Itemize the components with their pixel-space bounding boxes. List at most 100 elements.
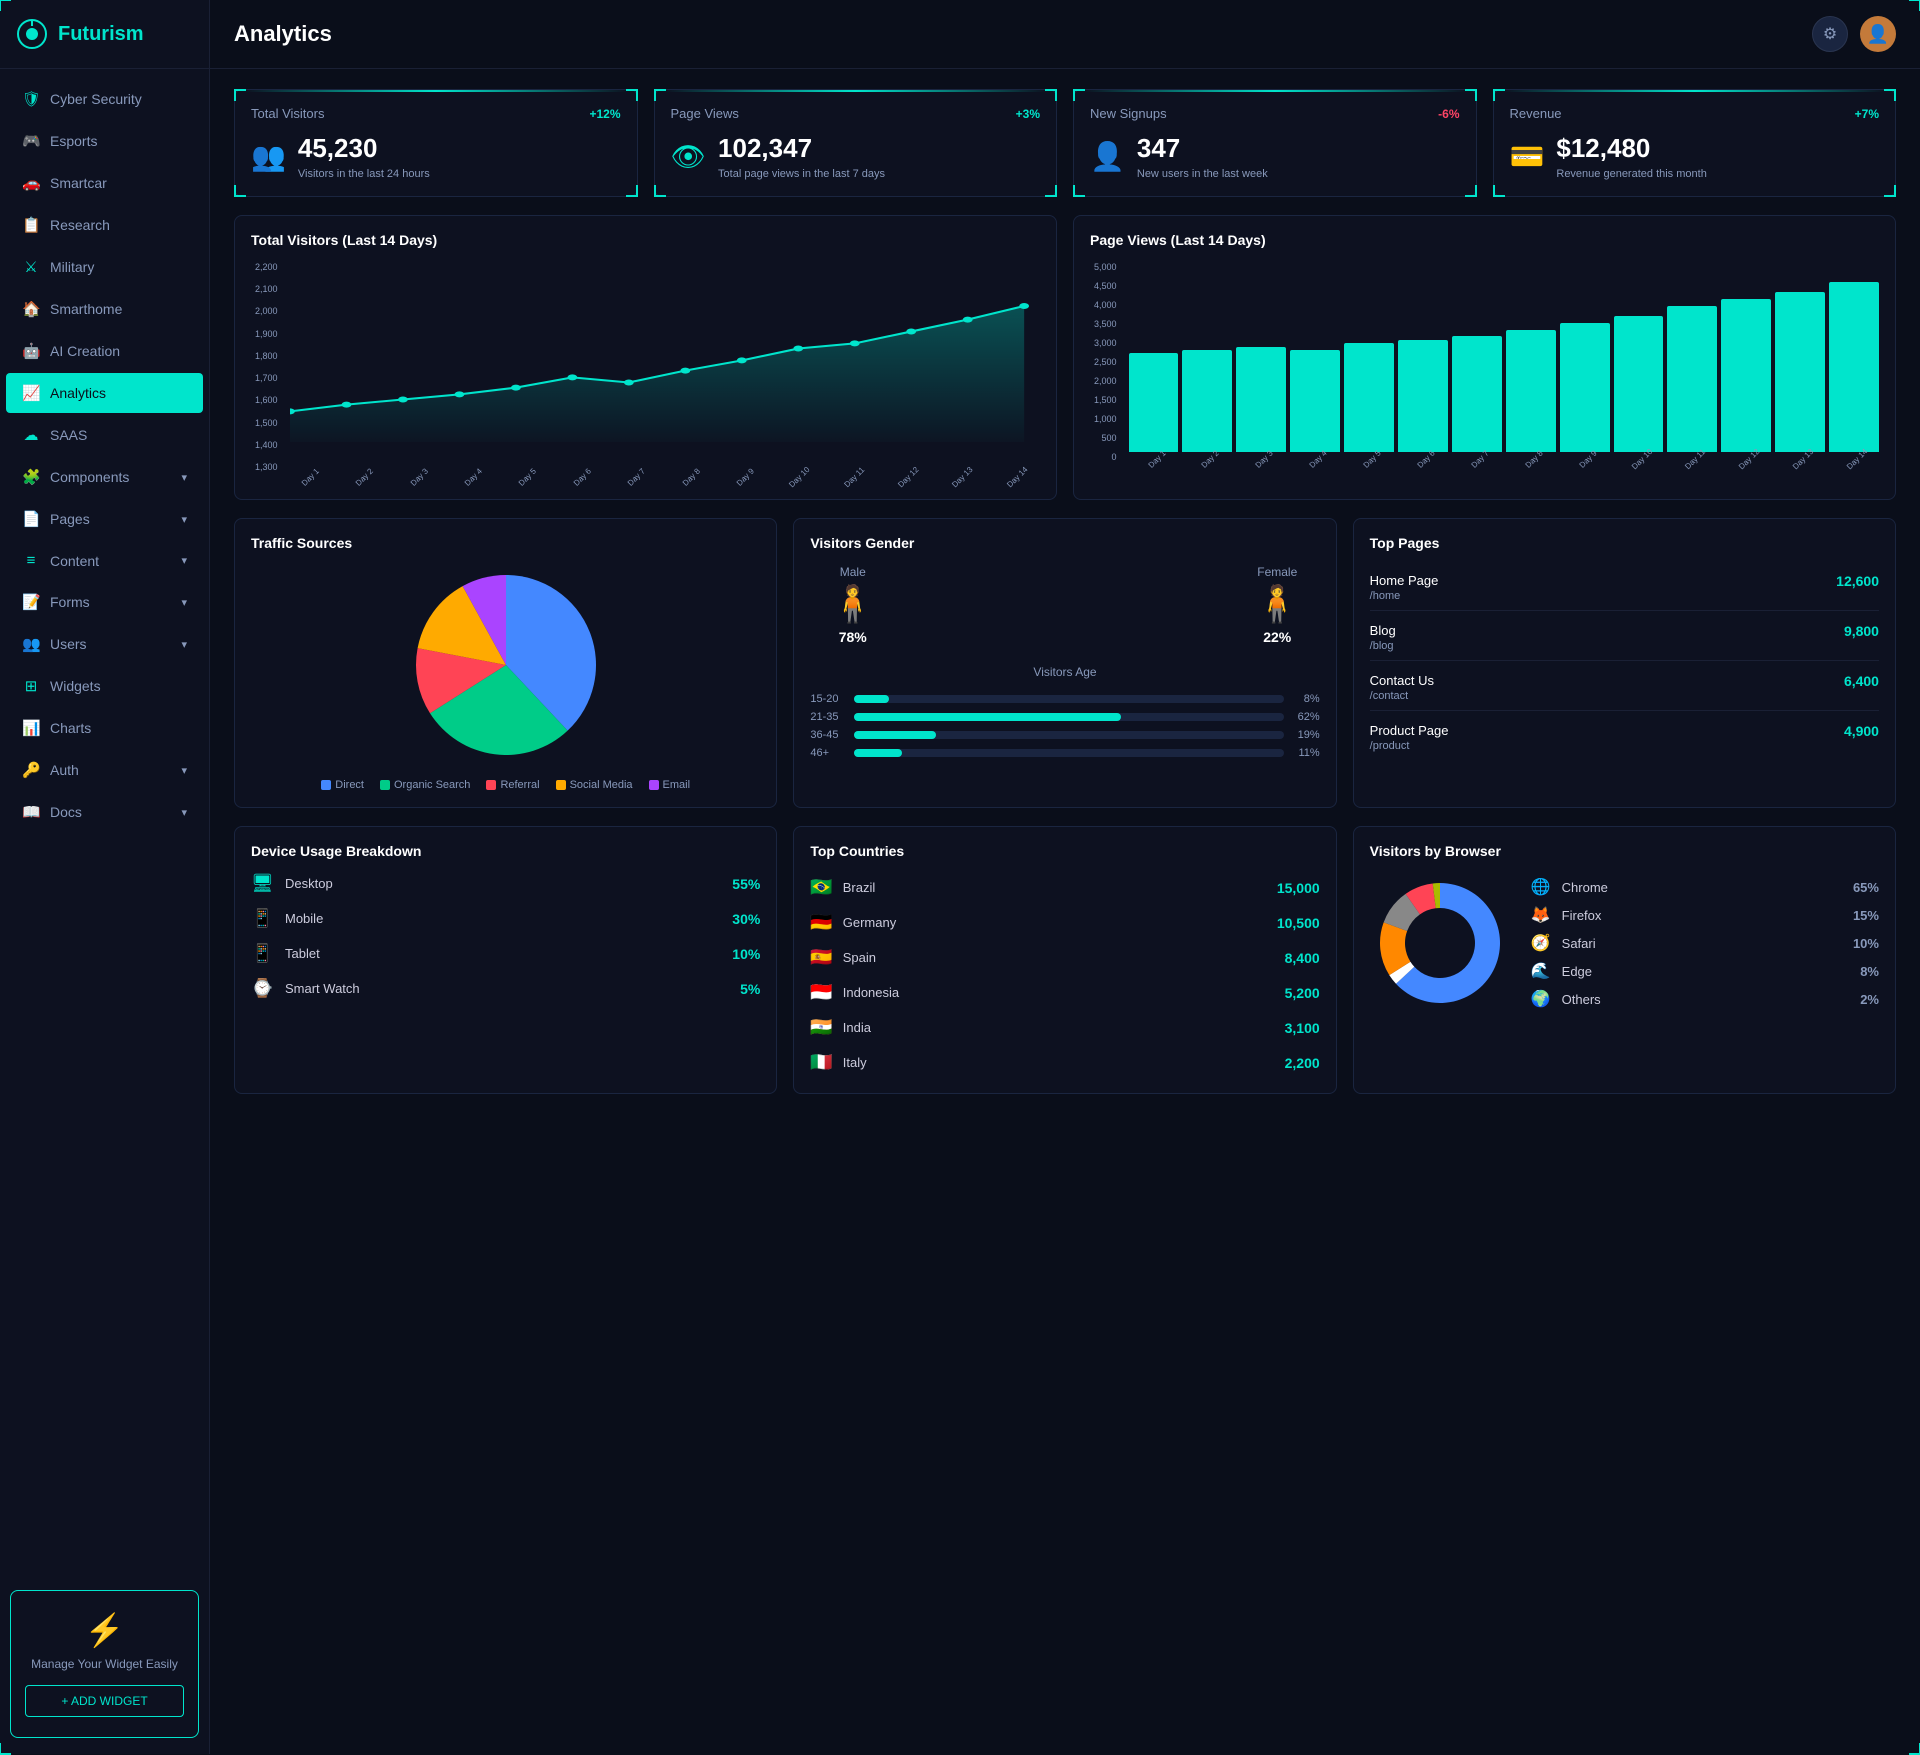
sidebar-item-research[interactable]: 📋 Research [6,205,203,245]
stat-value: 45,230 [298,133,430,164]
sidebar-item-pages[interactable]: 📄 Pages ▾ [6,499,203,539]
legend-item: Referral [486,779,539,791]
bar-10 [1667,306,1717,452]
sidebar-item-charts[interactable]: 📊 Charts [6,708,203,748]
nav-label-users: Users [50,636,87,652]
sidebar-item-widgets[interactable]: ⊞ Widgets [6,666,203,706]
stat-value: 102,347 [718,133,885,164]
nav-label-pages: Pages [50,511,90,527]
stat-icon: 💳 [1510,140,1545,173]
sidebar-item-smartcar[interactable]: 🚗 Smartcar [6,163,203,203]
country-row-germany: 🇩🇪 Germany 10,500 [810,908,1319,937]
sidebar-item-analytics[interactable]: 📈 Analytics [6,373,203,413]
nav-label-auth: Auth [50,762,79,778]
sidebar-item-users[interactable]: 👥 Users ▾ [6,624,203,664]
bar-9 [1614,316,1664,452]
top-countries-title: Top Countries [810,843,1319,859]
nav-label-analytics: Analytics [50,385,106,401]
stat-card-revenue: Revenue +7% 💳 $12,480 Revenue generated … [1493,89,1897,197]
settings-button[interactable]: ⚙ [1812,16,1848,52]
male-gender: Male 🧍 78% [830,565,875,645]
nav-label-components: Components [50,469,129,485]
sidebar-item-saas[interactable]: ☁ SAAS [6,415,203,455]
sidebar-item-cyber-security[interactable]: 🛡 Cyber Security [6,79,203,119]
male-pct: 78% [839,629,867,645]
donut-chart [1370,873,1510,1013]
sidebar-item-auth[interactable]: 🔑 Auth ▾ [6,750,203,790]
nav-label-saas: SAAS [50,427,87,443]
top-pages-card: Top Pages Home Page /home 12,600 Blog /b… [1353,518,1896,808]
nav-icon-charts: 📊 [22,719,40,737]
nav-icon-ai-creation: 🤖 [22,342,40,360]
age-bar-row: 36-45 19% [810,729,1319,741]
stat-label: Visitors in the last 24 hours [298,168,430,180]
device-usage-card: Device Usage Breakdown 🖥 Desktop 55% 📱 M… [234,826,777,1094]
page-views-chart: Page Views (Last 14 Days) 5,0004,5004,00… [1073,215,1896,500]
avatar[interactable]: 👤 [1860,16,1896,52]
male-label: Male [840,565,866,579]
stat-label: New users in the last week [1137,168,1268,180]
total-visitors-chart: Total Visitors (Last 14 Days) 2,2002,100… [234,215,1057,500]
age-bar-row: 15-20 8% [810,693,1319,705]
nav-label-military: Military [50,259,94,275]
nav-icon-widgets: ⊞ [22,677,40,695]
sidebar-item-components[interactable]: 🧩 Components ▾ [6,457,203,497]
bar-11 [1721,299,1771,452]
device-list: 🖥 Desktop 55% 📱 Mobile 30% 📱 Tablet 10% … [251,873,760,999]
nav-label-forms: Forms [50,594,90,610]
nav-icon-research: 📋 [22,216,40,234]
mid-row: Traffic Sources DirectOrganic SearchRefe… [234,518,1896,808]
chart-title: Total Visitors (Last 14 Days) [251,232,1040,248]
sidebar-item-military[interactable]: ⚔ Military [6,247,203,287]
nav-icon-esports: 🎮 [22,132,40,150]
sidebar-item-esports[interactable]: 🎮 Esports [6,121,203,161]
browser-row-edge: 🌊 Edge 8% [1530,961,1879,981]
stat-badge: +3% [1016,107,1040,121]
nav-icon-docs: 📖 [22,803,40,821]
stat-icon: 👁 [671,140,707,173]
country-list: 🇧🇷 Brazil 15,000 🇩🇪 Germany 10,500 🇪🇸 Sp… [810,873,1319,1077]
widget-text: Manage Your Widget Easily [25,1657,184,1671]
stat-title: Revenue [1510,106,1562,121]
sidebar-item-smarthome[interactable]: 🏠 Smarthome [6,289,203,329]
browser-row-safari: 🧭 Safari 10% [1530,933,1879,953]
bar-2 [1236,347,1286,452]
visitors-gender-card: Visitors Gender Male 🧍 78% Female 🧍 22% [793,518,1336,808]
top-page-row: Product Page /product 4,900 [1370,715,1879,760]
nav-label-content: Content [50,553,99,569]
age-title: Visitors Age [810,665,1319,679]
female-gender: Female 🧍 22% [1255,565,1300,645]
device-row-mobile: 📱 Mobile 30% [251,908,760,929]
nav-icon-content: ≡ [22,552,40,569]
bar-7 [1506,330,1556,452]
nav-arrow-components: ▾ [181,471,187,484]
nav-label-research: Research [50,217,110,233]
chart-title: Page Views (Last 14 Days) [1090,232,1879,248]
female-icon: 🧍 [1255,583,1300,625]
nav-label-widgets: Widgets [50,678,101,694]
sidebar: Futurism 🛡 Cyber Security 🎮 Esports 🚗 Sm… [0,0,210,1754]
country-row-indonesia: 🇮🇩 Indonesia 5,200 [810,978,1319,1007]
male-icon: 🧍 [830,583,875,625]
visitors-gender-title: Visitors Gender [810,535,1319,551]
sidebar-item-forms[interactable]: 📝 Forms ▾ [6,582,203,622]
top-pages-title: Top Pages [1370,535,1879,551]
page-title: Analytics [234,21,332,47]
sidebar-item-ai-creation[interactable]: 🤖 AI Creation [6,331,203,371]
bar-4 [1344,343,1394,452]
nav-icon-saas: ☁ [22,426,40,444]
sidebar-item-docs[interactable]: 📖 Docs ▾ [6,792,203,832]
sidebar-item-content[interactable]: ≡ Content ▾ [6,541,203,580]
device-row-smart-watch: ⌚ Smart Watch 5% [251,978,760,999]
logo: Futurism [0,0,209,69]
bar-1 [1182,350,1232,452]
browser-row-others: 🌍 Others 2% [1530,989,1879,1009]
stat-label: Revenue generated this month [1556,168,1706,180]
stat-card-new-signups: New Signups -6% 👤 347 New users in the l… [1073,89,1477,197]
age-bar-row: 46+ 11% [810,747,1319,759]
nav-label-smarthome: Smarthome [50,301,122,317]
top-page-row: Contact Us /contact 6,400 [1370,665,1879,711]
stat-icon: 👤 [1090,140,1125,173]
add-widget-button[interactable]: + ADD WIDGET [25,1685,184,1717]
widget-icon: ⚡ [25,1611,184,1649]
